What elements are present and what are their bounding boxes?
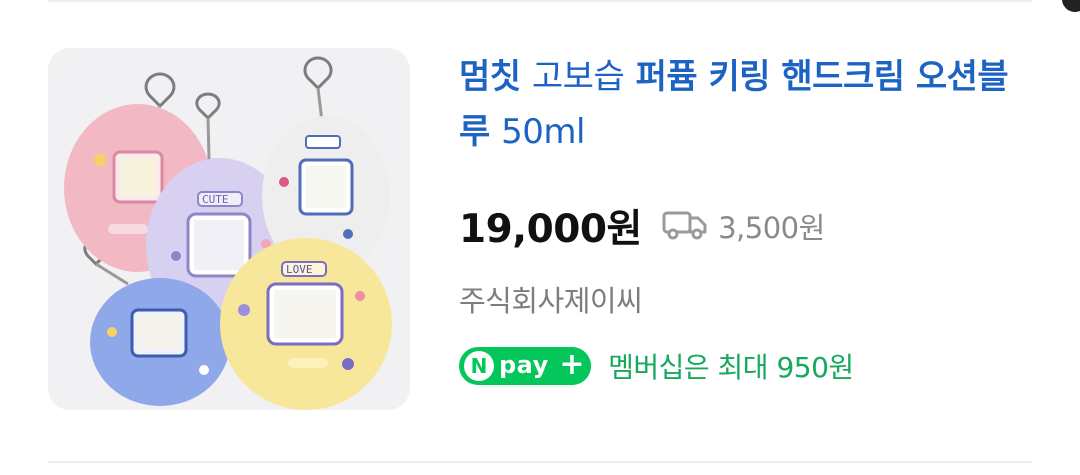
product-price: 19,000원: [459, 207, 642, 252]
seller-name[interactable]: 주식회사제이씨: [459, 278, 643, 320]
brand-name: 멈칫: [459, 57, 521, 97]
svg-text:CUTE: CUTE: [202, 193, 229, 206]
npay-n-icon: N: [464, 351, 494, 381]
keyring-illustration: CUTE LOVE: [64, 56, 392, 410]
plus-icon: +: [553, 347, 591, 385]
svg-text:LOVE: LOVE: [286, 263, 313, 276]
product-thumbnail[interactable]: CUTE LOVE: [48, 48, 410, 410]
shipping-fee: 3,500원: [718, 211, 825, 245]
product-title[interactable]: 멈칫 고보습 퍼퓸 키링 핸드크림 오션블루 50ml: [459, 50, 1019, 160]
blue-egg: [90, 278, 230, 406]
truck-icon: [661, 207, 709, 245]
price-row: 19,000원 3,500원: [459, 198, 825, 252]
divider-bottom: [48, 461, 1032, 463]
maker-label: 고보습: [531, 57, 625, 97]
product-volume: 50ml: [501, 112, 585, 152]
npay-wordmark: pay: [499, 351, 549, 379]
npay-plus-logo: N pay +: [459, 347, 591, 385]
product-info: 멈칫 고보습 퍼퓸 키링 핸드크림 오션블루 50ml 19,000원 3,50…: [459, 50, 1039, 385]
npay-benefit-row: N pay + 멤버십은 최대 950원: [459, 346, 854, 386]
yellow-egg: LOVE: [220, 238, 392, 410]
product-card[interactable]: CUTE LOVE 멈칫 고보습 퍼퓸 키링 핸드크림 오션블루 50ml 19…: [0, 0, 1080, 475]
membership-benefit: 멤버십은 최대 950원: [608, 351, 854, 384]
